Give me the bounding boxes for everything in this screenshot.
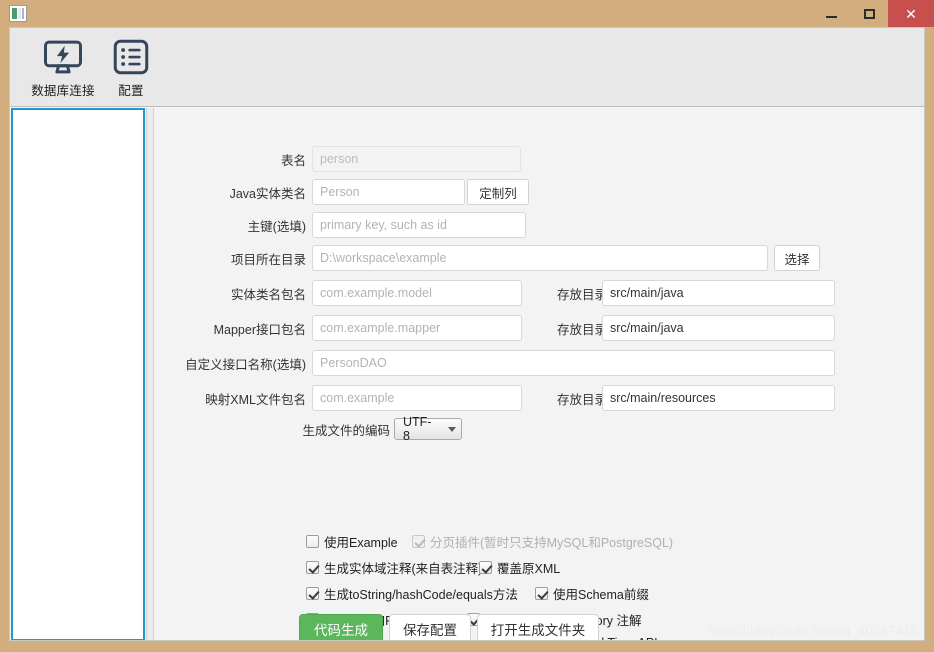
- entity-output-dir-input[interactable]: src/main/java: [602, 280, 835, 306]
- watermark-text: https://blog.csdn.net/qq_40087415: [709, 623, 918, 638]
- configuration-list-icon: [110, 35, 152, 79]
- checkbox-box: [306, 587, 319, 600]
- checkbox-box: [412, 535, 425, 548]
- splitter-handle[interactable]: [146, 108, 154, 641]
- maximize-button[interactable]: [850, 0, 888, 27]
- checkbox-box: [479, 561, 492, 574]
- checkbox-overwrite-xml[interactable]: 覆盖原XML: [479, 558, 560, 577]
- table-name-input[interactable]: person: [312, 146, 521, 172]
- maximize-icon: [864, 9, 875, 19]
- close-icon: ✕: [905, 7, 917, 21]
- window-controls: ✕: [812, 0, 934, 27]
- application-window: ✕ 数据库连接: [0, 0, 934, 652]
- encoding-select-value: UTF- 8: [403, 415, 438, 443]
- toolbar-item-configuration[interactable]: 配置: [88, 35, 174, 101]
- encoding-select[interactable]: UTF- 8: [394, 418, 462, 440]
- checkbox-label: 生成toString/hashCode/equals方法: [324, 584, 518, 603]
- custom-column-button[interactable]: 定制列: [467, 179, 529, 205]
- client-area: 数据库连接 配置: [9, 27, 925, 641]
- checkbox-box: [306, 561, 319, 574]
- chevron-down-icon: [448, 427, 456, 432]
- encoding-label: 生成文件的编码: [154, 423, 390, 439]
- entity-class-name-input[interactable]: Person: [312, 179, 465, 205]
- checkbox-box: [535, 587, 548, 600]
- field-label-table-name: 表名: [154, 153, 306, 169]
- checkbox-use-example[interactable]: 使用Example: [306, 532, 398, 551]
- choose-dir-button[interactable]: 选择: [774, 245, 820, 271]
- field-label-entity-package: 实体类名包名: [154, 287, 306, 303]
- dir-label-xml: 存放目录: [532, 392, 607, 408]
- primary-key-input[interactable]: primary key, such as id: [312, 212, 526, 238]
- checkbox-pagination-plugin: 分页插件(暂时只支持MySQL和PostgreSQL): [412, 532, 673, 551]
- custom-interface-name-input[interactable]: PersonDAO: [312, 350, 835, 376]
- entity-package-input[interactable]: com.example.model: [312, 280, 522, 306]
- checkbox-label: 覆盖原XML: [497, 558, 560, 577]
- dir-label-mapper: 存放目录: [532, 322, 607, 338]
- checkbox-label: 使用Schema前缀: [553, 584, 649, 603]
- database-connection-icon: [42, 35, 84, 79]
- minimize-icon: [826, 16, 837, 18]
- table-list-panel[interactable]: [11, 108, 145, 641]
- app-icon: [9, 5, 27, 22]
- field-label-custom-interface: 自定义接口名称(选填): [154, 357, 306, 373]
- field-label-xml-package: 映射XML文件包名: [154, 392, 306, 408]
- save-config-button[interactable]: 保存配置: [389, 614, 471, 641]
- generate-code-button[interactable]: 代码生成: [299, 614, 383, 641]
- xml-package-input[interactable]: com.example: [312, 385, 522, 411]
- checkbox-entity-field-comments[interactable]: 生成实体域注释(来自表注释): [306, 558, 482, 577]
- xml-output-dir-input[interactable]: src/main/resources: [602, 385, 835, 411]
- toolbar-item-label: 配置: [118, 80, 143, 99]
- config-form-panel: 表名 person Java实体类名 Person 定制列 主键(选填) pri…: [154, 108, 924, 641]
- mapper-package-input[interactable]: com.example.mapper: [312, 315, 522, 341]
- checkbox-box: [306, 535, 319, 548]
- field-label-entity-class-name: Java实体类名: [154, 186, 306, 202]
- checkbox-label: 生成实体域注释(来自表注释): [324, 558, 482, 577]
- open-output-folder-button[interactable]: 打开生成文件夹: [477, 614, 599, 641]
- field-label-project-dir: 项目所在目录: [154, 252, 306, 268]
- title-bar: ✕: [0, 0, 934, 27]
- mapper-output-dir-input[interactable]: src/main/java: [602, 315, 835, 341]
- checkbox-tostring-hashcode-equals[interactable]: 生成toString/hashCode/equals方法: [306, 584, 518, 603]
- project-dir-input[interactable]: D:\workspace\example: [312, 245, 768, 271]
- close-button[interactable]: ✕: [888, 0, 934, 27]
- dir-label-entity: 存放目录: [532, 287, 607, 303]
- checkbox-label: 分页插件(暂时只支持MySQL和PostgreSQL): [430, 532, 673, 551]
- checkbox-use-schema-prefix[interactable]: 使用Schema前缀: [535, 584, 649, 603]
- field-label-primary-key: 主键(选填): [154, 219, 306, 235]
- toolbar-item-label: 数据库连接: [31, 80, 95, 99]
- toolbar: 数据库连接 配置: [10, 28, 924, 107]
- checkbox-label: 使用Example: [324, 532, 398, 551]
- field-label-mapper-package: Mapper接口包名: [154, 322, 306, 338]
- minimize-button[interactable]: [812, 0, 850, 27]
